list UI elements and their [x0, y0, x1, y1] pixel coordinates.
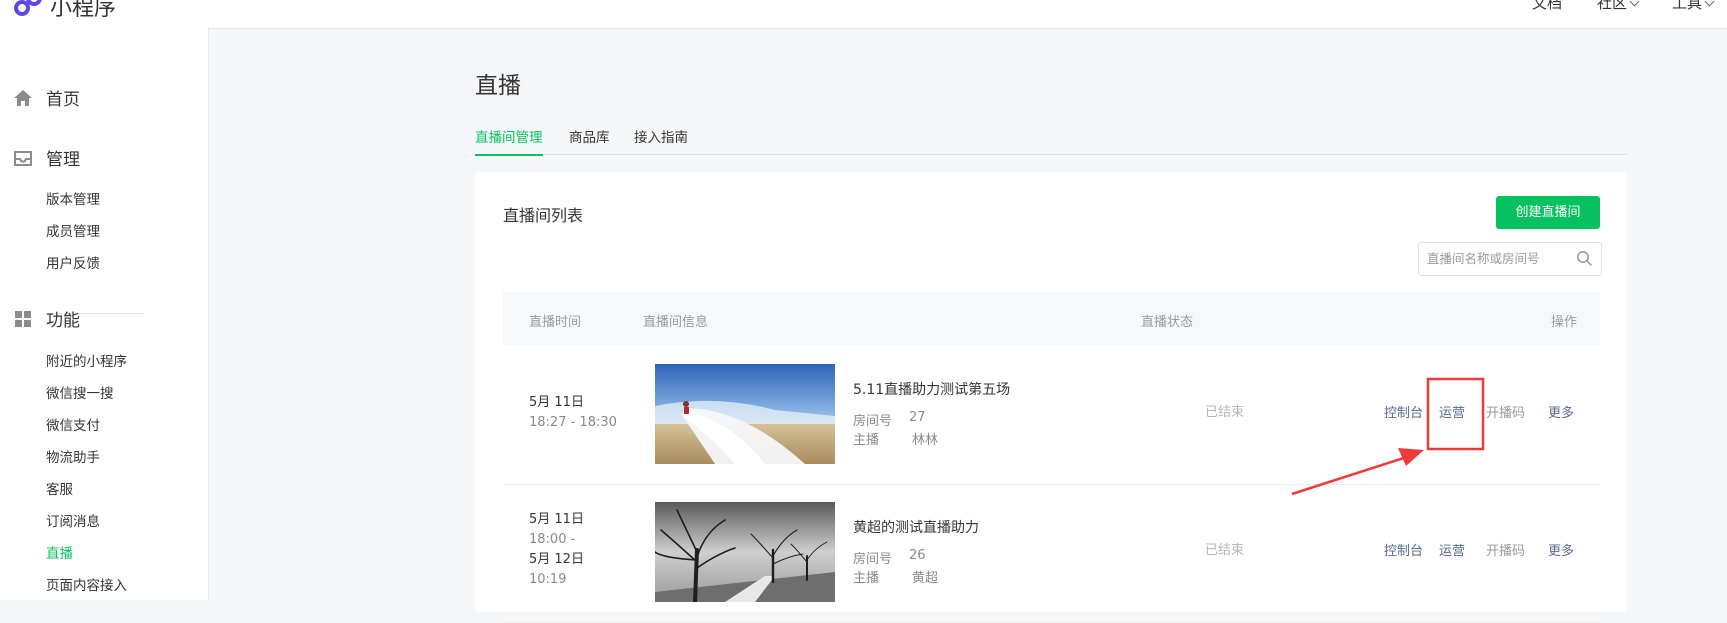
list-title: 直播间列表: [503, 206, 584, 225]
sidebar-item-subscribe[interactable]: 订阅消息: [46, 510, 100, 530]
operation-link[interactable]: 运营: [1439, 402, 1465, 421]
table-row: 5月 11日 18:00 - 5月 12日 10:19 黄超的测试直播助力 房间…: [503, 484, 1600, 623]
start-code-link[interactable]: 开播码: [1486, 540, 1525, 559]
tab-bar: 直播间管理 商品库 接入指南: [475, 126, 1627, 156]
tab-live-room-management[interactable]: 直播间管理: [475, 126, 543, 156]
brand-title[interactable]: 小程序: [50, 0, 116, 22]
row-thumbnail[interactable]: [655, 502, 835, 602]
search-box: [1418, 242, 1602, 276]
row-title: 5.11直播助力测试第五场: [853, 382, 1011, 398]
table-row: 5月 11日 18:27 - 18:30 5.11直播助力测试第五场 房间号 2…: [503, 346, 1600, 485]
sidebar-item-members[interactable]: 成员管理: [46, 220, 100, 240]
wedding-photo-image: [655, 364, 835, 464]
col-header-info: 直播间信息: [643, 315, 709, 330]
table-header: 直播时间 直播间信息 直播状态 操作: [503, 292, 1600, 346]
grid-icon: [15, 310, 31, 327]
sidebar-section-features[interactable]: 功能: [12, 306, 80, 331]
sidebar: 首页 管理 版本管理 成员管理 用户反馈 功能 附近的小程序 微信搜一搜 微信支…: [0, 28, 209, 600]
home-icon: [14, 89, 32, 106]
page-title: 直播: [475, 73, 521, 99]
row-room: 房间号 27: [853, 410, 926, 429]
top-bar: 小程序 文档 社区 工具: [0, 0, 1727, 29]
sidebar-item-customer-service[interactable]: 客服: [46, 478, 73, 498]
col-header-status: 直播状态: [1141, 315, 1194, 330]
sidebar-item-feedback[interactable]: 用户反馈: [46, 252, 100, 272]
row-thumbnail[interactable]: [655, 364, 835, 464]
sidebar-item-wechat-pay[interactable]: 微信支付: [46, 414, 100, 434]
row-anchor: 主播 黄超: [853, 571, 939, 586]
more-link[interactable]: 更多: [1548, 540, 1574, 559]
sidebar-item-wechat-search[interactable]: 微信搜一搜: [46, 382, 114, 402]
trees-photo-image: [655, 502, 835, 602]
operation-link[interactable]: 运营: [1439, 540, 1465, 559]
nav-community[interactable]: 社区: [1597, 0, 1640, 13]
start-code-link[interactable]: 开播码: [1486, 402, 1525, 421]
console-link[interactable]: 控制台: [1384, 402, 1423, 421]
search-input[interactable]: [1419, 243, 1585, 273]
tab-access-guide[interactable]: 接入指南: [634, 126, 688, 154]
col-header-actions: 操作: [1551, 315, 1578, 330]
sidebar-section-manage[interactable]: 管理: [12, 145, 80, 170]
sidebar-item-version[interactable]: 版本管理: [46, 188, 100, 208]
nav-docs[interactable]: 文档: [1532, 0, 1562, 13]
chevron-down-icon: [1704, 0, 1715, 7]
live-room-list-card: 直播间列表 创建直播间 直播时间 直播间信息 直播状态 操作 5月 11日 18…: [475, 172, 1627, 623]
row-room: 房间号 26: [853, 548, 926, 567]
inbox-icon: [14, 150, 32, 166]
status-badge: 已结束: [1205, 405, 1245, 420]
col-header-time: 直播时间: [529, 315, 582, 330]
sidebar-item-logistics[interactable]: 物流助手: [46, 446, 100, 466]
tab-product-library[interactable]: 商品库: [569, 126, 610, 154]
sidebar-item-live[interactable]: 直播: [46, 542, 73, 562]
mini-program-logo-icon[interactable]: [10, 0, 44, 20]
search-icon[interactable]: [1576, 250, 1593, 267]
sidebar-item-page-content[interactable]: 页面内容接入: [46, 574, 127, 594]
row-date: 5月 11日 18:27 - 18:30: [529, 395, 617, 430]
row-date: 5月 11日 18:00 - 5月 12日 10:19: [529, 512, 584, 587]
sidebar-item-nearby[interactable]: 附近的小程序: [46, 350, 127, 370]
row-title: 黄超的测试直播助力: [853, 520, 979, 536]
sidebar-section-home[interactable]: 首页: [12, 85, 80, 110]
console-link[interactable]: 控制台: [1384, 540, 1423, 559]
row-anchor: 主播 林林: [853, 433, 939, 448]
chevron-down-icon: [1629, 0, 1640, 7]
status-badge: 已结束: [1205, 543, 1245, 558]
more-link[interactable]: 更多: [1548, 402, 1574, 421]
create-live-room-button[interactable]: 创建直播间: [1496, 196, 1600, 229]
nav-tools[interactable]: 工具: [1672, 0, 1715, 13]
